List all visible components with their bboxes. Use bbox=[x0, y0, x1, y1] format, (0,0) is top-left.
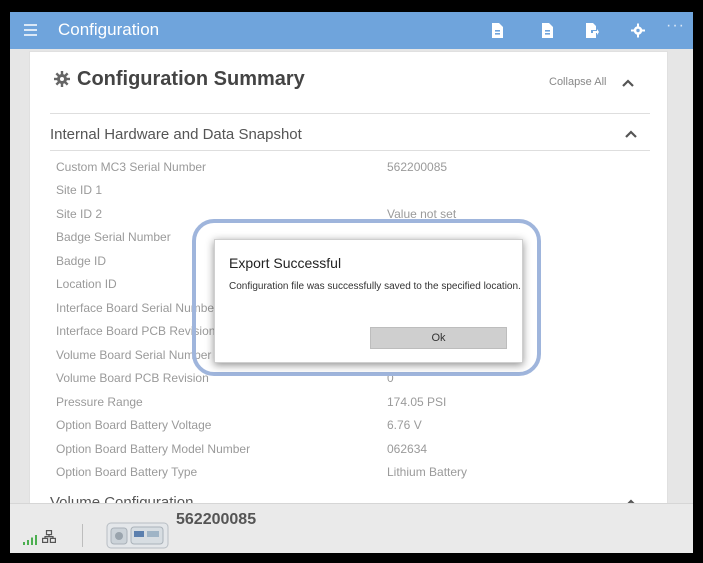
row-value: Lithium Battery bbox=[387, 465, 468, 479]
row-label: Option Board Battery Type bbox=[56, 465, 198, 479]
row-label: Volume Board PCB Revision bbox=[56, 371, 209, 385]
card-title: Configuration Summary bbox=[77, 68, 305, 90]
device-serial: 562200085 bbox=[176, 511, 257, 528]
file-icon[interactable] bbox=[490, 23, 504, 38]
row-label: Volume Board Serial Number bbox=[56, 348, 212, 362]
app-title: Configuration bbox=[58, 20, 160, 39]
row-label: Site ID 1 bbox=[56, 183, 103, 197]
status-bar: 562200085 bbox=[10, 503, 693, 553]
collapse-all-button[interactable]: Collapse All bbox=[549, 76, 606, 88]
more-options-icon[interactable]: ··· bbox=[666, 17, 685, 35]
title-bar: Configuration ··· bbox=[10, 12, 693, 49]
row-value: 062634 bbox=[387, 442, 428, 456]
section-title-hardware[interactable]: Internal Hardware and Data Snapshot bbox=[50, 126, 302, 143]
row-label: Pressure Range bbox=[56, 395, 143, 409]
card-header: Configuration Summary Collapse All bbox=[30, 52, 667, 108]
list-item: Site ID 1 bbox=[56, 183, 646, 205]
row-label: Location ID bbox=[56, 277, 117, 291]
row-label: Badge ID bbox=[56, 254, 107, 268]
row-label: Option Board Battery Voltage bbox=[56, 418, 212, 432]
row-value: 562200085 bbox=[387, 160, 448, 174]
list-item: Custom MC3 Serial Number 562200085 bbox=[56, 160, 646, 182]
section-divider bbox=[50, 150, 650, 151]
chevron-up-icon[interactable] bbox=[622, 79, 634, 87]
header-divider bbox=[50, 113, 650, 114]
export-icon[interactable] bbox=[585, 23, 599, 38]
signal-icon bbox=[23, 532, 37, 545]
list-item: Option Board Battery Voltage 6.76 V bbox=[56, 418, 646, 440]
list-item: Pressure Range 174.05 PSI bbox=[56, 395, 646, 417]
row-value: 174.05 PSI bbox=[387, 395, 447, 409]
chevron-up-icon[interactable] bbox=[625, 130, 637, 138]
list-item: Option Board Battery Type Lithium Battery bbox=[56, 465, 646, 487]
row-label: Option Board Battery Model Number bbox=[56, 442, 251, 456]
row-label: Badge Serial Number bbox=[56, 230, 171, 244]
export-success-dialog: Export Successful Configuration file was… bbox=[214, 239, 523, 363]
ok-button[interactable]: Ok bbox=[370, 327, 507, 349]
menu-icon[interactable] bbox=[24, 24, 37, 36]
gear-icon bbox=[54, 71, 70, 87]
file-icon[interactable] bbox=[540, 23, 554, 38]
dialog-title: Export Successful bbox=[229, 255, 342, 271]
list-item: Option Board Battery Model Number 062634 bbox=[56, 442, 646, 464]
settings-icon[interactable] bbox=[631, 23, 645, 38]
row-label: Custom MC3 Serial Number bbox=[56, 160, 207, 174]
dialog-message: Configuration file was successfully save… bbox=[229, 281, 521, 292]
app-window: Configuration ··· Configuration Summary … bbox=[10, 12, 693, 553]
status-separator bbox=[82, 524, 83, 547]
row-label: Site ID 2 bbox=[56, 207, 103, 221]
network-icon bbox=[42, 530, 56, 543]
device-image bbox=[106, 521, 169, 550]
row-value: 6.76 V bbox=[387, 418, 422, 432]
